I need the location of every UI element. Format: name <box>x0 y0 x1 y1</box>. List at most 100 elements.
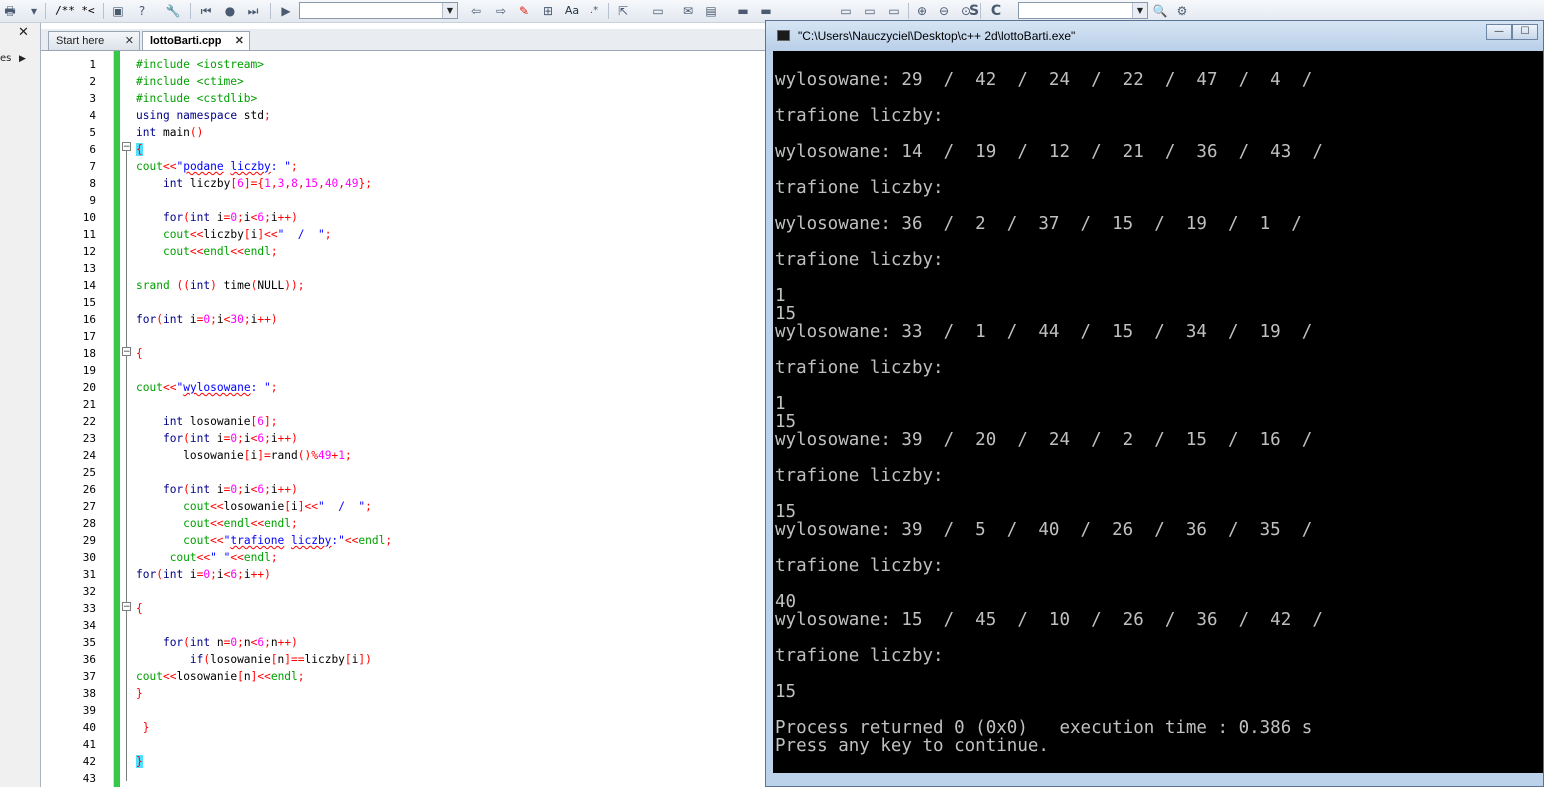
line-number: 2 <box>89 75 96 88</box>
tab-lottobarti[interactable]: lottoBarti.cpp ✕ <box>142 31 250 50</box>
code-line[interactable]: cout<<"trafione liczby:"<<endl; <box>136 532 392 549</box>
forward-icon[interactable]: ⏭ <box>245 3 261 19</box>
line-number: 25 <box>82 466 96 479</box>
replace-icon[interactable]: ⊞ <box>540 3 556 19</box>
undo-icon[interactable]: ⇦ <box>468 3 484 19</box>
regex-icon[interactable]: .* <box>586 3 602 19</box>
code-line[interactable]: cout<<"podane liczby: "; <box>136 158 298 175</box>
toolbar-separator <box>908 3 909 19</box>
tab-start-here[interactable]: Start here ✕ <box>48 31 140 50</box>
code-line[interactable]: for(int i=0;i<6;i++) <box>136 566 271 583</box>
frame-icon[interactable]: ▭ <box>838 3 854 19</box>
code-line[interactable]: losowanie[i]=rand()%49+1; <box>136 447 352 464</box>
panel-tab[interactable]: es ▶ <box>0 50 30 68</box>
line-number: 6 <box>89 143 96 156</box>
close-icon[interactable]: ✕ <box>235 32 244 50</box>
minimize-button[interactable]: — <box>1486 24 1512 40</box>
comment-button[interactable]: /** <box>54 3 76 19</box>
frame-icon[interactable]: ▭ <box>862 3 878 19</box>
line-number: 14 <box>82 279 96 292</box>
cursor-icon[interactable]: ⇱ <box>615 3 631 19</box>
redo-icon[interactable]: ⇨ <box>493 3 509 19</box>
doc-icon[interactable]: ▤ <box>703 3 719 19</box>
line-number: 33 <box>82 602 96 615</box>
zoom-in-icon[interactable]: ⊕ <box>914 3 930 19</box>
console-window[interactable]: "C:\Users\Nauczyciel\Desktop\c++ 2d\lott… <box>765 20 1544 787</box>
fold-minus-icon[interactable]: − <box>122 142 131 152</box>
panel-icon-2[interactable]: ▬ <box>758 3 774 19</box>
close-icon[interactable]: ✕ <box>18 25 29 40</box>
code-line[interactable]: cout<<losowanie[n]<<endl; <box>136 668 305 685</box>
frame-icon[interactable]: ▭ <box>886 3 902 19</box>
play-icon[interactable]: ▶ <box>278 3 294 19</box>
console-titlebar[interactable]: "C:\Users\Nauczyciel\Desktop\c++ 2d\lott… <box>766 21 1543 51</box>
dropdown-icon[interactable]: ▾ <box>26 3 42 19</box>
code-line[interactable]: for(int i=0;i<30;i++) <box>136 311 278 328</box>
tab-label: lottoBarti.cpp <box>150 35 222 47</box>
help-icon[interactable]: ? <box>134 3 150 19</box>
s-icon[interactable]: S <box>966 3 982 19</box>
build-icon[interactable]: ▣ <box>110 3 126 19</box>
code-line[interactable]: #include <cstdlib> <box>136 90 257 107</box>
code-line[interactable]: int main() <box>136 124 203 141</box>
chevron-down-icon[interactable]: ▼ <box>442 3 457 18</box>
code-line[interactable]: int liczby[6]={1,3,8,15,40,49}; <box>136 175 372 192</box>
fold-minus-icon[interactable]: − <box>122 347 131 357</box>
symbol-combo[interactable]: ▼ <box>1018 2 1148 19</box>
code-line[interactable]: if(losowanie[n]==liczby[i]) <box>136 651 372 668</box>
console-line: wylosowane: 33 / 1 / 44 / 15 / 34 / 19 / <box>775 322 1313 342</box>
code-line[interactable]: cout<<endl<<endl; <box>136 243 278 260</box>
zoom-out-icon[interactable]: ⊖ <box>936 3 952 19</box>
console-line: trafione liczby: <box>775 178 944 198</box>
code-line[interactable]: { <box>136 345 143 362</box>
chevron-down-icon[interactable]: ▼ <box>1132 3 1147 18</box>
find-icon[interactable]: 🔍 <box>1152 3 1168 19</box>
code-line[interactable]: cout<<losowanie[i]<<" / "; <box>136 498 372 515</box>
console-line: wylosowane: 14 / 19 / 12 / 21 / 36 / 43 … <box>775 142 1323 162</box>
line-number: 19 <box>82 364 96 377</box>
console-line: trafione liczby: <box>775 106 944 126</box>
code-line[interactable]: srand ((int) time(NULL)); <box>136 277 305 294</box>
code-line[interactable]: cout<<endl<<endl; <box>136 515 298 532</box>
console-line: Press any key to continue. <box>775 736 1049 756</box>
line-number: 11 <box>82 228 96 241</box>
code-line[interactable]: { <box>136 141 143 158</box>
code-line[interactable]: int losowanie[6]; <box>136 413 278 430</box>
code-line[interactable]: } <box>136 685 143 702</box>
line-number: 29 <box>82 534 96 547</box>
record-icon[interactable]: ● <box>222 3 238 19</box>
code-line[interactable]: } <box>136 719 150 736</box>
code-line[interactable]: { <box>136 600 143 617</box>
console-line: 15 <box>775 502 797 522</box>
uncomment-button[interactable]: *< <box>78 3 98 19</box>
code-line[interactable]: for(int n=0;n<6;n++) <box>136 634 298 651</box>
code-editor[interactable]: 1 2 3 4 5 6 7 8 9 10 11 12 13 14 15 16 17 18 19 20 21 22 23 24 2… <box>41 51 771 787</box>
code-line[interactable]: for(int i=0;i<6;i++) <box>136 430 298 447</box>
panel-icon-1[interactable]: ▬ <box>735 3 751 19</box>
code-line[interactable]: } <box>136 753 143 770</box>
code-line[interactable]: cout<<"wylosowane: "; <box>136 379 278 396</box>
code-line[interactable]: for(int i=0;i<6;i++) <box>136 481 298 498</box>
fold-margin[interactable] <box>120 51 134 787</box>
fold-minus-icon[interactable]: − <box>122 602 131 612</box>
mail-icon[interactable]: ✉ <box>680 3 696 19</box>
highlight-icon[interactable]: ✎ <box>516 3 532 19</box>
print-icon[interactable]: 🖶 <box>2 3 18 19</box>
maximize-button[interactable]: ☐ <box>1512 24 1538 40</box>
back-icon[interactable]: ⏮ <box>198 3 214 19</box>
chevron-right-icon[interactable]: ▶ <box>19 50 26 68</box>
wrench-icon[interactable]: 🔧 <box>165 3 181 19</box>
close-icon[interactable]: ✕ <box>125 32 134 50</box>
code-line[interactable]: cout<<liczby[i]<<" / "; <box>136 226 332 243</box>
code-line[interactable]: #include <ctime> <box>136 73 244 90</box>
window-icon[interactable]: ▭ <box>650 3 666 19</box>
font-icon[interactable]: Aa <box>562 3 582 19</box>
settings-icon[interactable]: ⚙ <box>1174 3 1190 19</box>
code-line[interactable]: using namespace std; <box>136 107 271 124</box>
search-combo[interactable]: ▼ <box>299 2 458 19</box>
c-icon[interactable]: C <box>988 3 1004 19</box>
console-line: wylosowane: 39 / 20 / 24 / 2 / 15 / 16 / <box>775 430 1313 450</box>
code-line[interactable]: #include <iostream> <box>136 56 264 73</box>
code-line[interactable]: cout<<" "<<endl; <box>136 549 278 566</box>
code-line[interactable]: for(int i=0;i<6;i++) <box>136 209 298 226</box>
